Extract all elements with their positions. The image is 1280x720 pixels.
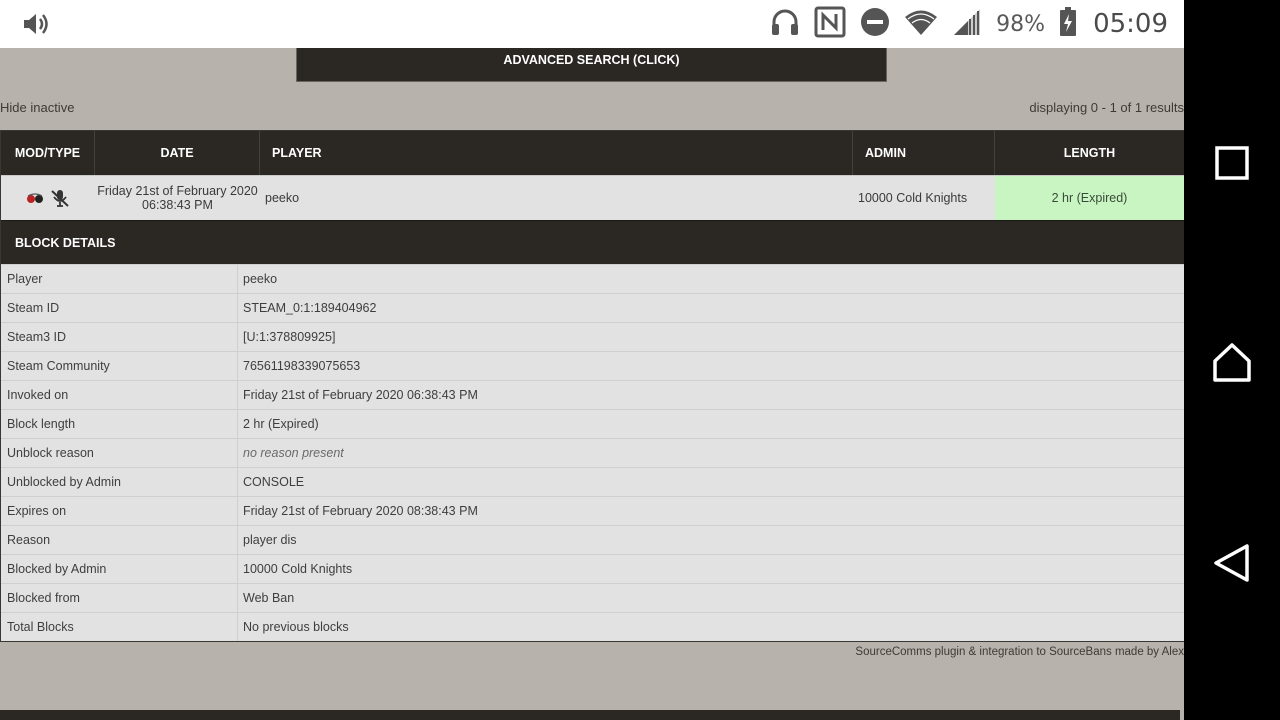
header-date[interactable]: DATE [95,131,260,175]
detail-row-invoked-on: Invoked on Friday 21st of February 2020 0… [1,380,1184,409]
back-triangle-icon [1214,544,1249,582]
header-admin[interactable]: ADMIN [853,131,995,175]
volume-icon [22,11,50,41]
recents-button[interactable] [1212,143,1252,183]
navigation-bar [1184,0,1280,720]
advanced-search-button[interactable]: ADVANCED SEARCH (CLICK) [296,48,887,82]
detail-row-blocked-from: Blocked from Web Ban [1,583,1184,612]
detail-row-total-blocks: Total Blocks No previous blocks [1,612,1184,641]
cell-signal-icon [952,8,982,40]
hide-inactive-link[interactable]: Hide inactive [0,100,74,115]
wifi-icon [904,8,938,40]
status-bar: 98% 05:09 [0,0,1184,48]
results-count: displaying 0 - 1 of 1 results [1029,100,1184,115]
footer-bar [0,710,1180,720]
steam-community-link[interactable]: 76561198339075653 [238,352,1184,380]
detail-row-reason: Reason player dis [1,525,1184,554]
home-button[interactable] [1212,342,1252,382]
nfc-icon [814,6,846,42]
detail-row-unblocked-by-admin: Unblocked by Admin CONSOLE [1,467,1184,496]
detail-row-steam3-id: Steam3 ID [U:1:378809925] [1,322,1184,351]
do-not-disturb-icon [860,7,890,41]
detail-row-steam-id: Steam ID STEAM_0:1:189404962 [1,293,1184,322]
table-row[interactable]: Friday 21st of February 2020 06:38:43 PM … [1,175,1184,220]
block-details-title: BLOCK DETAILS [1,220,1184,264]
detail-row-expires-on: Expires on Friday 21st of February 2020 0… [1,496,1184,525]
detail-row-block-length: Block length 2 hr (Expired) [1,409,1184,438]
length-cell: 2 hr (Expired) [995,176,1184,220]
footer-credit: SourceComms plugin & integration to Sour… [855,646,1184,658]
header-mod-type[interactable]: MOD/TYPE [1,131,95,175]
date-cell: Friday 21st of February 2020 06:38:43 PM [97,184,258,212]
back-button[interactable] [1212,543,1252,583]
mic-muted-icon [51,190,69,207]
detail-row-steam-community: Steam Community 76561198339075653 [1,351,1184,380]
blocks-table: MOD/TYPE DATE PLAYER ADMIN LENGTH Friday… [0,130,1184,642]
detail-row-unblock-reason: Unblock reason no reason present [1,438,1184,467]
square-icon [1215,146,1249,180]
detail-row-player: Player peeko [1,264,1184,293]
headphones-icon [770,8,800,40]
web-page: ADVANCED SEARCH (CLICK) Hide inactive di… [0,48,1184,720]
header-player[interactable]: PLAYER [260,131,853,175]
battery-charging-icon [1059,7,1077,41]
block-details-list: Player peeko Steam ID STEAM_0:1:189404962 … [1,264,1184,641]
battery-percent: 98% [996,11,1046,37]
table-header: MOD/TYPE DATE PLAYER ADMIN LENGTH [1,131,1184,175]
header-length[interactable]: LENGTH [995,131,1184,175]
home-icon [1213,343,1251,382]
mod-type-cell [1,176,95,220]
admin-cell: 10000 Cold Knights [858,191,968,205]
game-mod-icon [27,193,43,203]
clock: 05:09 [1093,9,1168,39]
player-cell: peeko [265,191,300,205]
detail-row-blocked-by-admin: Blocked by Admin 10000 Cold Knights [1,554,1184,583]
